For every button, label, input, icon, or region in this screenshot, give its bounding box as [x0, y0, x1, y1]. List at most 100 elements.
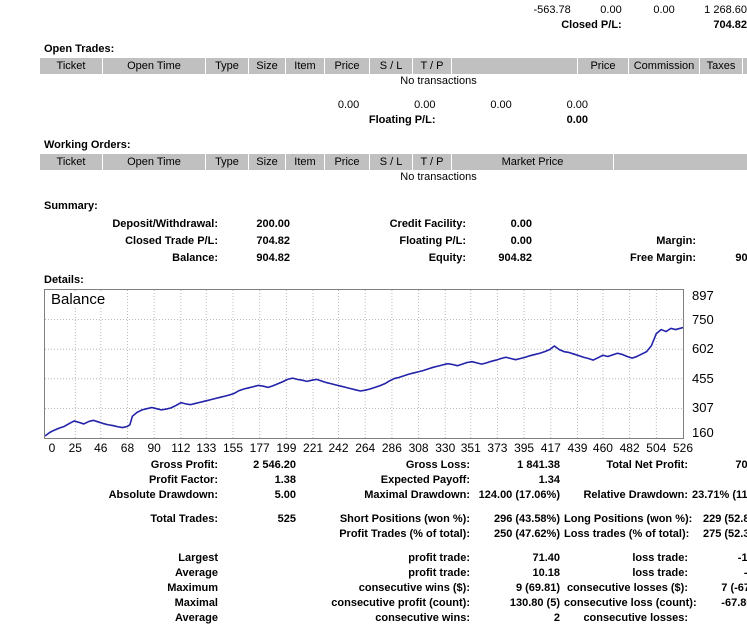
detail-label-2-1: Profit Factor: [40, 472, 220, 487]
floating-pl-row: Floating P/L: 0.00 [40, 114, 747, 129]
detail2-label-1-3: Long Positions (won %): [562, 511, 690, 526]
detail-label-3-2: Maximal Drawdown: [298, 487, 472, 502]
summary-value-1-3 [698, 215, 747, 232]
summary-table: Deposit/Withdrawal: 200.00 Credit Facili… [40, 215, 747, 266]
chart-x-tick: 0 [49, 441, 56, 455]
summary-value-3-3: 904.82 [698, 249, 747, 266]
working-orders-table: Ticket Open Time Type Size Item Price S … [40, 154, 747, 171]
col-item[interactable]: Item [286, 58, 325, 75]
detail2-label-2-3: Loss trades (% of total): [562, 526, 690, 541]
summary-label-1-3 [534, 215, 698, 232]
detail-value-3-3: 23.71% (112.20) [690, 487, 747, 502]
detail3-label-3-3: consecutive losses ($): [562, 580, 690, 595]
open-total-commission: 0.00 [286, 99, 362, 114]
detail2-value-2-1 [220, 526, 298, 541]
working-orders-empty-text: No transactions [286, 171, 591, 186]
detail3-label-1-2: profit trade: [298, 550, 472, 565]
open-trades-empty-text: No transactions [286, 75, 591, 90]
col-size[interactable]: Size [249, 58, 286, 75]
col-ticket[interactable]: Ticket [40, 58, 103, 75]
col-taxes[interactable]: Taxes [700, 58, 743, 75]
chart-x-tick: 417 [541, 441, 561, 455]
summary-label-2-1: Closed Trade P/L: [40, 232, 220, 249]
detail-label-1-1: Gross Profit: [40, 457, 220, 472]
summary-label-3-3: Free Margin: [534, 249, 698, 266]
summary-label-1-2: Credit Facility: [292, 215, 468, 232]
chart-x-tick: 526 [673, 441, 693, 455]
chart-x-tick: 482 [620, 441, 640, 455]
col-type[interactable]: Type [206, 58, 249, 75]
detail2-label-2-1 [40, 526, 220, 541]
wo-col-price[interactable]: Price [325, 154, 370, 171]
details-row: Maximum consecutive wins ($): 9 (69.81) … [40, 580, 747, 595]
detail2-value-1-1: 525 [220, 511, 298, 526]
col-price[interactable]: Price [325, 58, 370, 75]
col-swap[interactable]: Swap [743, 58, 747, 75]
wo-col-sl[interactable]: S / L [370, 154, 413, 171]
wo-col-ticket[interactable]: Ticket [40, 154, 103, 171]
detail-value-3-2: 124.00 (17.06%) [472, 487, 562, 502]
col-blank[interactable] [452, 58, 578, 75]
chart-x-tick: 46 [94, 441, 107, 455]
detail3-value-2-3: -6.70 [690, 565, 747, 580]
summary-label-3-2: Equity: [292, 249, 468, 266]
detail2-label-1-2: Short Positions (won %): [298, 511, 472, 526]
carry-over-values-row: -563.78 0.00 0.00 1 268.60 [40, 4, 747, 19]
chart-x-tick: 177 [250, 441, 270, 455]
carry-value-1: 0.00 [571, 4, 622, 19]
detail-value-2-3 [690, 472, 747, 487]
col-commission[interactable]: Commission [629, 58, 700, 75]
open-trades-empty-row: No transactions [40, 75, 747, 90]
wo-col-open-time[interactable]: Open Time [103, 154, 206, 171]
chart-x-axis: 0254668901121331551771992212422642863083… [44, 441, 696, 457]
closed-pl-label: Closed P/L: [40, 19, 622, 34]
detail3-label-1-1: Largest [40, 550, 220, 565]
chart-x-tick: 373 [487, 441, 507, 455]
col-price2[interactable]: Price [578, 58, 629, 75]
detail-label-3-1: Absolute Drawdown: [40, 487, 220, 502]
chart-x-tick: 221 [303, 441, 323, 455]
summary-value-2-2: 0.00 [468, 232, 534, 249]
col-open-time[interactable]: Open Time [103, 58, 206, 75]
wo-col-market-price[interactable]: Market Price [452, 154, 614, 171]
wo-col-item[interactable]: Item [286, 154, 325, 171]
detail-label-2-2: Expected Payoff: [298, 472, 472, 487]
carry-value-3: 1 268.60 [675, 4, 747, 19]
chart-x-tick: 286 [382, 441, 402, 455]
detail3-label-4-1: Maximal [40, 595, 220, 610]
detail-value-1-1: 2 546.20 [220, 457, 298, 472]
balance-line-chart [45, 290, 683, 438]
details-spacer [40, 541, 747, 550]
detail2-label-1-1: Total Trades: [40, 511, 220, 526]
summary-value-3-1: 904.82 [220, 249, 292, 266]
col-sl[interactable]: S / L [370, 58, 413, 75]
chart-x-tick: 439 [567, 441, 587, 455]
chart-x-tick: 112 [171, 441, 190, 455]
carry-value-0: -563.78 [507, 4, 571, 19]
working-orders-title: Working Orders: [44, 139, 747, 151]
detail3-label-2-2: profit trade: [298, 565, 472, 580]
details-row: Absolute Drawdown: 5.00 Maximal Drawdown… [40, 487, 747, 502]
detail-value-3-1: 5.00 [220, 487, 298, 502]
detail-label-1-3: Total Net Profit: [562, 457, 690, 472]
wo-col-tp[interactable]: T / P [413, 154, 452, 171]
detail3-label-5-1: Average [40, 610, 220, 625]
open-total-taxes: 0.00 [362, 99, 438, 114]
wo-col-size[interactable]: Size [249, 154, 286, 171]
details-spacer [40, 502, 747, 511]
open-trades-header-row: Ticket Open Time Type Size Item Price S … [40, 58, 747, 75]
summary-label-3-1: Balance: [40, 249, 220, 266]
carry-value-2: 0.00 [622, 4, 675, 19]
chart-x-tick: 504 [646, 441, 666, 455]
detail-value-2-2: 1.34 [472, 472, 562, 487]
col-tp[interactable]: T / P [413, 58, 452, 75]
wo-col-blank[interactable] [614, 154, 747, 171]
summary-value-1-2: 0.00 [468, 215, 534, 232]
summary-row: Closed Trade P/L: 704.82 Floating P/L: 0… [40, 232, 747, 249]
detail3-value-3-3: 7 (-67.80) [690, 580, 747, 595]
carry-over-table: -563.78 0.00 0.00 1 268.60 Closed P/L: 7… [40, 4, 747, 34]
closed-pl-value: 704.82 [675, 19, 747, 34]
wo-col-type[interactable]: Type [206, 154, 249, 171]
floating-pl-label: Floating P/L: [40, 114, 439, 129]
chart-x-tick: 460 [593, 441, 613, 455]
